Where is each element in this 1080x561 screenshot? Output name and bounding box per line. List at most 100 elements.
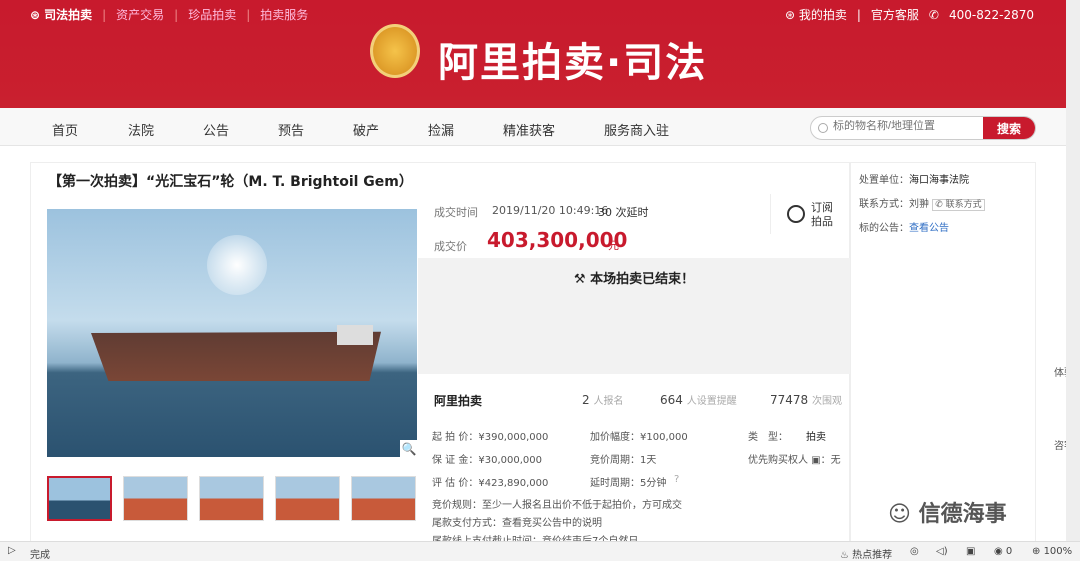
sun (207, 235, 267, 295)
deal-price: 403,300,000 (487, 228, 628, 252)
lock-icon[interactable]: ▣ (966, 546, 975, 557)
start-price: 起 拍 价：¥390,000,000 (432, 432, 549, 443)
phone-icon: ✆ (928, 7, 939, 22)
bidding-cycle: 竞价周期：1天 (590, 455, 657, 466)
header-bar: ⊛ 司法拍卖 | 资产交易 | 珍品拍卖 | 拍卖服务 ⊛ 我的拍卖 | 官方客… (0, 0, 1066, 108)
stats-bar: 阿里拍卖 2 人报名 664 人设置提醒 77478 次围观 (418, 378, 850, 418)
disposal-unit: 处置单位：海口海事法院 (859, 171, 969, 186)
status-bar: ▷ 完成 ♨ 热点推荐 ◎ ◁) ▣ ◉ 0 ⊕ 100% (0, 541, 1080, 561)
my-auction-link[interactable]: ⊛ 我的拍卖 (785, 6, 847, 23)
priority-value: 无 (830, 455, 841, 466)
reminders-count: 664 (660, 393, 683, 407)
deposit: 保 证 金：¥30,000,000 (432, 455, 542, 466)
signups-stat: 2 人报名 (582, 392, 623, 407)
notice-link[interactable]: 查看公告 (909, 223, 949, 234)
priority-label: 优先购买权人 (748, 455, 808, 466)
service-link[interactable]: 官方客服 (871, 6, 919, 23)
subscribe-button[interactable]: 订阅拍品 (770, 194, 840, 234)
estimate: 评 估 价：¥423,890,000 (432, 478, 549, 489)
link-services[interactable]: 拍卖服务 (260, 6, 308, 23)
views-label: 次围观 (812, 396, 843, 407)
auction-ended-banner: ⚒ 本场拍卖已结束！ (418, 258, 850, 374)
deal-price-label: 成交价 (434, 240, 467, 253)
priority-buyer: 优先购买权人 ▣：无 (748, 455, 841, 466)
contact-label: 联系方式： (859, 199, 909, 210)
contact-tag-label: 联系方式 (945, 200, 982, 210)
type-value: 拍卖 (806, 432, 826, 443)
thumbnail-5[interactable] (351, 476, 416, 521)
views-stat: 77478 次围观 (770, 392, 842, 407)
delay-count: 30 次延时 (598, 206, 649, 219)
link-assets[interactable]: 资产交易 (116, 6, 164, 23)
scrollbar[interactable] (1066, 0, 1080, 541)
contact-tag[interactable]: ✆ 联系方式 (932, 199, 985, 211)
main-image[interactable] (47, 209, 417, 457)
notice-label: 标的公告： (859, 223, 909, 234)
nav-courts[interactable]: 法院 (128, 120, 154, 139)
nav-provider[interactable]: 服务商入驻 (604, 120, 669, 139)
type-label: 类 型： (748, 432, 788, 443)
message-icon[interactable]: ◉ 0 (994, 546, 1012, 557)
clock-icon (787, 205, 805, 223)
contact-name: 刘翀 (909, 199, 929, 210)
disposal-unit-label: 处置单位： (859, 175, 909, 186)
info-icon[interactable]: ▣ (811, 455, 820, 466)
thumbnail-1[interactable] (47, 476, 112, 521)
play-icon[interactable]: ▷ (8, 545, 16, 556)
nav-preview[interactable]: 预告 (278, 120, 304, 139)
zoom-icon[interactable]: 🔍 (400, 440, 418, 458)
help-icon[interactable]: ? (674, 474, 679, 485)
zoom-level[interactable]: ⊕ 100% (1032, 546, 1072, 557)
search-input[interactable] (833, 120, 983, 132)
subscribe-label: 订阅拍品 (811, 201, 833, 228)
delay-cycle: 延时周期：5分钟 (590, 478, 667, 489)
thumbnail-2[interactable] (123, 476, 188, 521)
search-box: 搜索 (810, 116, 1036, 140)
notice: 标的公告：查看公告 (859, 219, 949, 234)
bid-rule: 竞价规则：至少一人报名且出价不低于起拍价，方可成交 (432, 500, 682, 511)
site-logo[interactable]: 阿里拍卖·司法 (438, 30, 707, 88)
status-text: 完成 (30, 550, 50, 561)
search-button[interactable]: 搜索 (983, 117, 1035, 139)
thumbnail-3[interactable] (199, 476, 264, 521)
court-emblem-icon (370, 24, 420, 78)
sound-icon[interactable]: ◁) (936, 546, 948, 557)
shield-icon[interactable]: ◎ (910, 546, 919, 557)
nav-bargain[interactable]: 捡漏 (428, 120, 454, 139)
price-unit: 元 (608, 239, 619, 252)
ship-bridge (337, 325, 373, 345)
contact: 联系方式：刘翀 ✆ 联系方式 (859, 195, 985, 211)
gavel-icon: ⚒ (573, 272, 586, 287)
brand-label: 司法拍卖 (44, 8, 93, 22)
link-treasures[interactable]: 珍品拍卖 (188, 6, 236, 23)
my-auction-label: 我的拍卖 (798, 8, 847, 22)
wechat-icon: ☺ (888, 502, 911, 527)
deal-time-label: 成交时间 (434, 206, 478, 219)
ended-message: ⚒ 本场拍卖已结束！ (418, 268, 850, 287)
message-count: 0 (1005, 546, 1013, 557)
zoom-value: 100% (1043, 546, 1073, 557)
reminders-stat: 664 人设置提醒 (660, 392, 737, 407)
nav-bankruptcy[interactable]: 破产 (353, 120, 379, 139)
deal-time: 2019/11/20 10:49:16 (492, 204, 609, 217)
top-nav: ⊛ 司法拍卖 | 资产交易 | 珍品拍卖 | 拍卖服务 (30, 6, 309, 23)
search-icon (818, 123, 828, 133)
ended-text: 本场拍卖已结束！ (590, 272, 695, 287)
phone-number: 400-822-2870 (948, 7, 1034, 22)
watermark-text: 信德海事 (918, 502, 1007, 527)
increment: 加价幅度：¥100,000 (590, 432, 688, 443)
ali-auction-logo: 阿里拍卖 (434, 394, 483, 408)
nav-notices[interactable]: 公告 (203, 120, 229, 139)
nav-precise[interactable]: 精准获客 (503, 120, 555, 139)
thumbnail-4[interactable] (275, 476, 340, 521)
signups-label: 人报名 (593, 396, 624, 407)
hot-label: 热点推荐 (852, 550, 893, 561)
brand-link[interactable]: ⊛ 司法拍卖 (30, 6, 92, 23)
top-right: ⊛ 我的拍卖 | 官方客服 ✆ 400-822-2870 (784, 6, 1034, 23)
signups-count: 2 (582, 393, 590, 407)
watermark: ☺ 信德海事 (888, 496, 1007, 528)
hot-recommend[interactable]: ♨ 热点推荐 (840, 546, 892, 561)
right-sidebar: 处置单位：海口海事法院 联系方式：刘翀 ✆ 联系方式 标的公告：查看公告 (850, 162, 1036, 542)
nav-home[interactable]: 首页 (52, 120, 78, 139)
page-title: 【第一次拍卖】“光汇宝石”轮（M. T. Brightoil Gem） (48, 174, 413, 190)
